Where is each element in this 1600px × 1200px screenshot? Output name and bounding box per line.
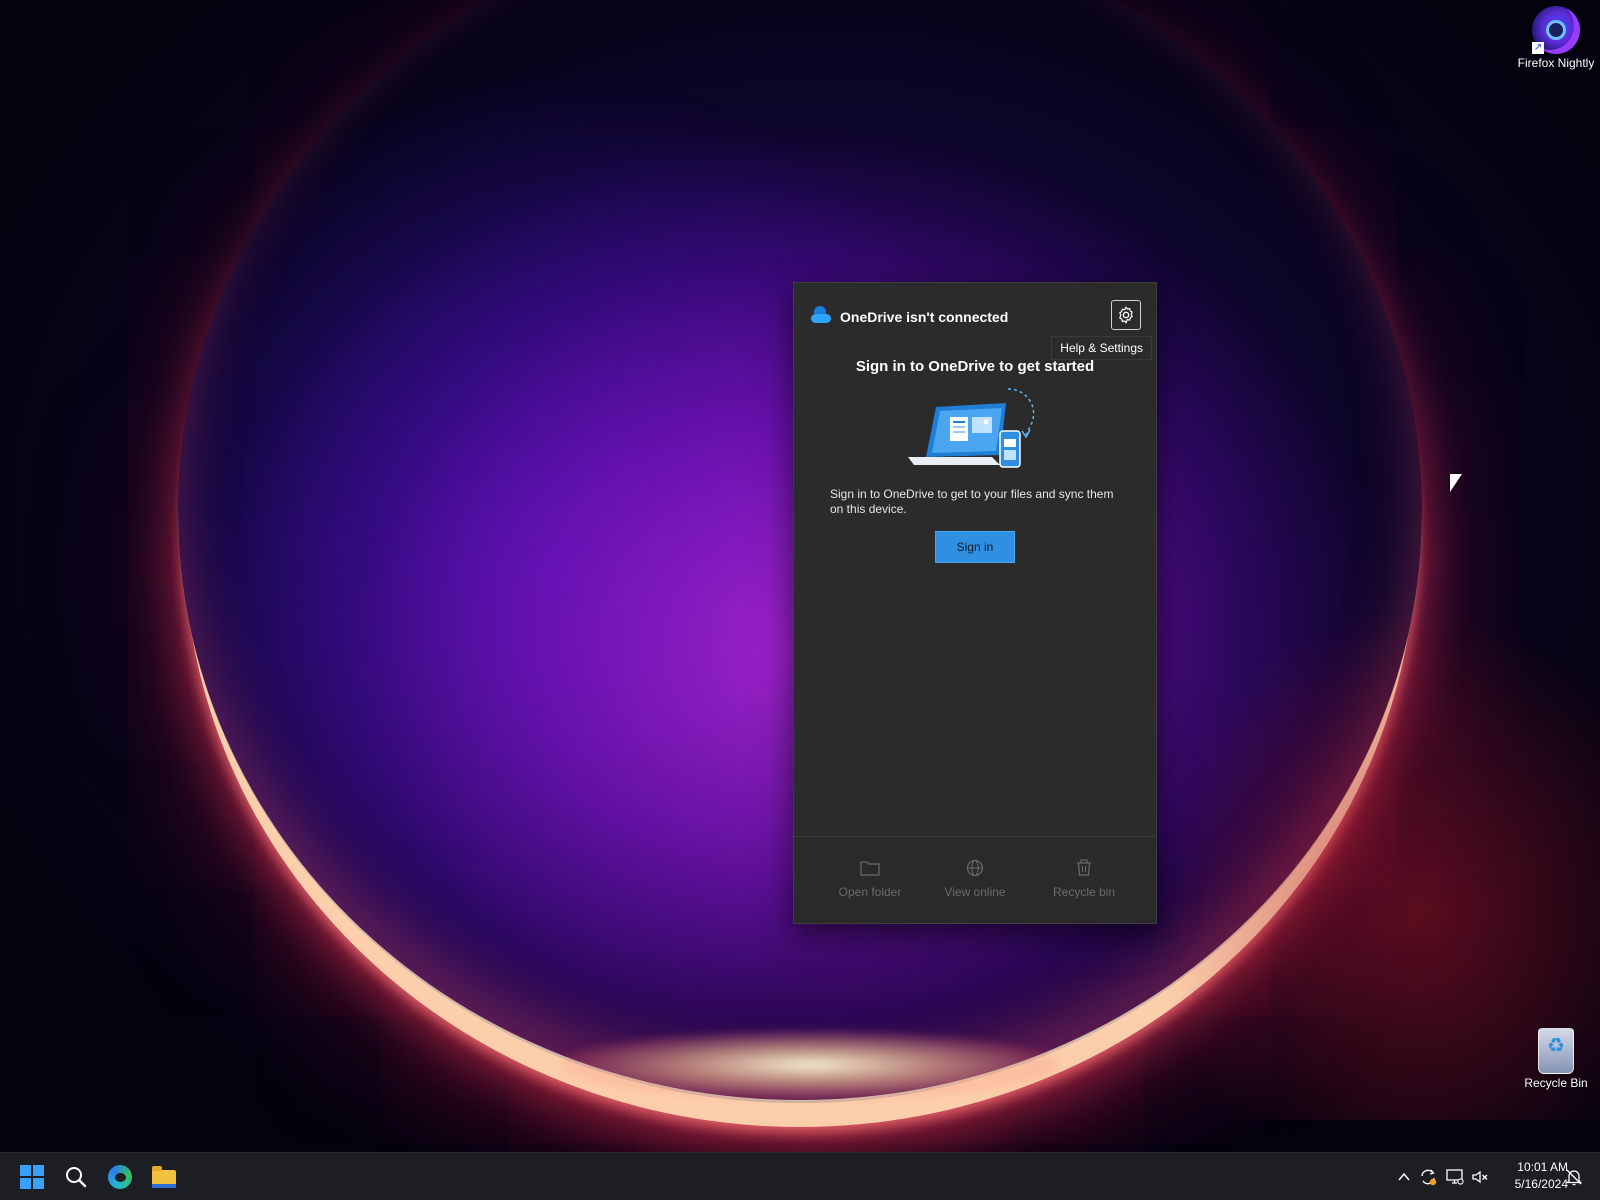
clock-time: 10:01 AM <box>1517 1160 1568 1174</box>
view-online-button[interactable]: View online <box>925 857 1025 899</box>
edge-icon <box>108 1165 132 1189</box>
onedrive-sync-icon <box>1421 1169 1437 1186</box>
volume-muted-icon <box>1472 1170 1488 1184</box>
desktop: ↗ Firefox Nightly Recycle Bin OneDrive i… <box>0 0 1600 1152</box>
taskbar: 10:01 AM 5/16/2024 <box>0 1152 1600 1200</box>
recycle-bin-button[interactable]: Recycle bin <box>1034 857 1134 899</box>
onedrive-devices-illustration <box>908 388 1035 468</box>
sign-in-button[interactable]: Sign in <box>935 531 1015 563</box>
mouse-cursor-icon <box>1450 474 1462 492</box>
trash-icon <box>1077 859 1091 876</box>
file-explorer-taskbar-button[interactable] <box>148 1161 180 1193</box>
signin-heading: Sign in to OneDrive to get started <box>855 358 1095 375</box>
onedrive-cloud-icon <box>811 306 831 323</box>
help-settings-tooltip: Help & Settings <box>1051 336 1152 360</box>
chevron-up-icon <box>1398 1172 1410 1181</box>
show-hidden-icons-button[interactable] <box>1392 1163 1416 1191</box>
help-settings-button[interactable] <box>1111 300 1141 330</box>
recycle-bin-icon <box>1538 1028 1574 1074</box>
view-online-label: View online <box>944 885 1006 899</box>
recycle-bin-label: Recycle Bin <box>1524 1076 1588 1090</box>
onedrive-footer: Open folder View online Recycle bin <box>794 836 1156 923</box>
notification-button[interactable] <box>1562 1163 1586 1191</box>
recycle-bin-shortcut[interactable]: Recycle Bin <box>1514 1028 1598 1091</box>
globe-icon <box>966 859 984 877</box>
onedrive-tray-button[interactable] <box>1416 1163 1440 1191</box>
network-icon <box>1446 1169 1464 1185</box>
search-icon <box>66 1167 87 1188</box>
open-folder-label: Open folder <box>838 885 902 899</box>
recycle-bin-footer-label: Recycle bin <box>1052 885 1116 899</box>
firefox-nightly-icon: ↗ <box>1532 6 1580 54</box>
clock-date: 5/16/2024 <box>1514 1177 1568 1191</box>
network-tray-button[interactable] <box>1443 1163 1467 1191</box>
start-button[interactable] <box>16 1161 48 1193</box>
firefox-nightly-shortcut[interactable]: ↗ Firefox Nightly <box>1514 6 1598 71</box>
signin-description: Sign in to OneDrive to get to your files… <box>830 487 1114 516</box>
onedrive-flyout: OneDrive isn't connected Help & Settings… <box>793 282 1157 924</box>
file-explorer-icon <box>152 1166 176 1188</box>
notification-icon <box>1565 1169 1583 1186</box>
open-folder-button[interactable]: Open folder <box>820 857 920 899</box>
folder-icon <box>860 861 880 876</box>
volume-tray-button[interactable] <box>1468 1163 1492 1191</box>
onedrive-header: OneDrive isn't connected Help & Settings <box>794 283 1156 360</box>
onedrive-status-title: OneDrive isn't connected <box>840 309 1009 325</box>
search-button[interactable] <box>60 1161 92 1193</box>
edge-taskbar-button[interactable] <box>104 1161 136 1193</box>
windows-start-icon <box>20 1165 44 1189</box>
wallpaper-glow <box>560 1030 1060 1100</box>
firefox-nightly-label: Firefox Nightly <box>1517 56 1595 70</box>
gear-icon <box>1119 306 1133 324</box>
taskbar-clock[interactable]: 10:01 AM 5/16/2024 <box>1496 1159 1568 1193</box>
shortcut-arrow-icon: ↗ <box>1532 42 1544 54</box>
